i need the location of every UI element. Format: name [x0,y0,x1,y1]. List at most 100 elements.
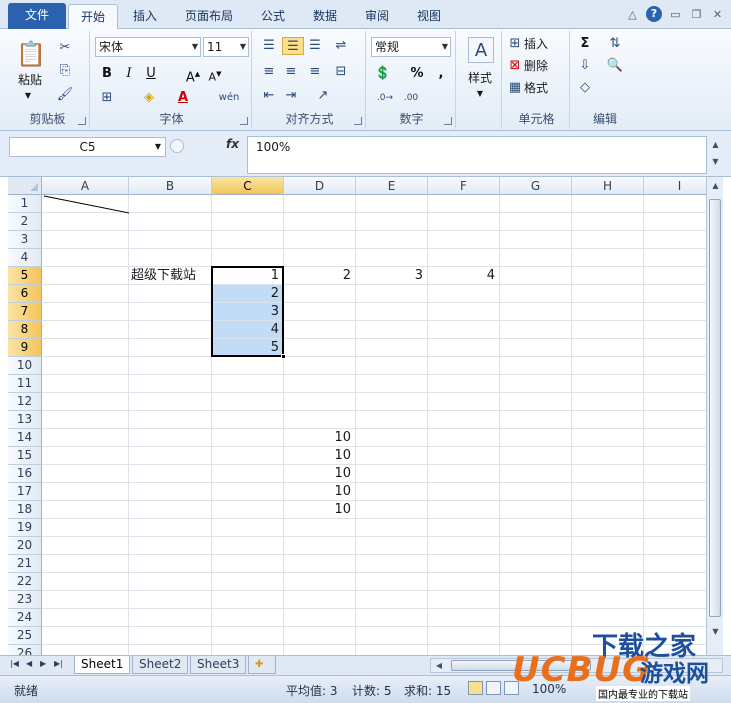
column-header[interactable]: E [356,177,428,195]
row-header[interactable]: 15 [8,447,42,465]
ribbon-tab[interactable]: 审阅 [354,4,400,29]
row-header[interactable]: 13 [8,411,42,429]
copy-icon[interactable]: ⎘ [56,62,74,80]
vertical-scroll-thumb[interactable] [709,199,721,617]
column-header[interactable]: D [284,177,356,195]
decrease-indent-icon[interactable]: ⇤ [260,87,278,105]
paste-icon[interactable]: 📋 [16,37,46,71]
orientation-icon[interactable]: ↗ [314,87,332,105]
row-header[interactable]: 4 [8,249,42,267]
paste-dropdown-icon[interactable]: ▼ [22,87,34,105]
insert-cells-icon[interactable]: ⊞ [506,35,524,53]
currency-icon[interactable]: 💲 [374,65,392,83]
row-header[interactable]: 18 [8,501,42,519]
ribbon-tab[interactable]: 文件 [8,3,66,29]
cell-e5[interactable]: 3 [358,267,426,285]
row-header[interactable]: 12 [8,393,42,411]
delete-cells-icon[interactable]: ⊠ [506,57,524,75]
vertical-scrollbar[interactable]: ▲ ▼ [706,177,723,655]
column-header[interactable]: C [212,177,284,195]
name-box[interactable]: C5 ▼ [9,137,166,157]
row-header[interactable]: 24 [8,609,42,627]
cell-b5[interactable]: 超级下载站 [131,267,210,285]
row-header[interactable]: 9 [8,339,42,357]
align-left-icon[interactable]: ≡ [260,63,278,81]
format-cells-icon[interactable]: ▦ [506,79,524,97]
column-header[interactable]: G [500,177,572,195]
percent-icon[interactable]: % [408,65,426,83]
column-header[interactable]: B [129,177,212,195]
close-icon[interactable]: ✕ [710,7,725,22]
scroll-down-icon[interactable]: ▼ [707,623,724,640]
comma-icon[interactable]: , [432,65,450,83]
font-color-icon[interactable]: A [174,89,192,107]
formula-scroll-down-icon[interactable]: ▼ [707,153,724,170]
clipboard-launcher-icon[interactable] [78,117,86,125]
fill-icon[interactable]: ⇩ [576,57,594,75]
insert-sheet-icon[interactable]: ✚ [248,656,276,674]
row-header[interactable]: 6 [8,285,42,303]
number-launcher-icon[interactable] [444,117,452,125]
increase-decimal-icon[interactable]: .0→ [374,89,396,107]
row-header[interactable]: 10 [8,357,42,375]
formula-bar-expand-icon[interactable] [170,139,184,153]
fill-handle[interactable] [281,354,286,359]
sort-filter-icon[interactable]: ⇅ [606,35,624,53]
row-header[interactable]: 16 [8,465,42,483]
fill-color-icon[interactable]: ◈ [140,89,158,107]
align-middle-icon[interactable]: ☰ [282,37,304,55]
page-layout-view-icon[interactable] [486,681,501,695]
alignment-launcher-icon[interactable] [354,117,362,125]
first-sheet-icon[interactable]: |◀ [10,659,19,668]
row-header[interactable]: 8 [8,321,42,339]
cut-icon[interactable]: ✂ [56,39,74,57]
column-header[interactable]: F [428,177,500,195]
formula-scroll-up-icon[interactable]: ▲ [707,136,724,153]
font-name-combo[interactable]: 宋体 ▼ [95,37,201,57]
ribbon-tab[interactable]: 开始 [68,4,118,30]
column-header[interactable]: H [572,177,644,195]
horizontal-scroll-thumb[interactable] [451,660,591,671]
column-header[interactable]: A [42,177,129,195]
ribbon-tab[interactable]: 数据 [302,4,348,29]
row-header[interactable]: 22 [8,573,42,591]
grow-font-icon[interactable]: A▲ [184,65,202,85]
decrease-decimal-icon[interactable]: .00 [400,89,422,107]
number-format-combo[interactable]: 常规 ▼ [371,37,451,57]
last-sheet-icon[interactable]: ▶| [54,659,63,668]
page-break-view-icon[interactable] [504,681,519,695]
help-icon[interactable]: ? [646,6,662,22]
scroll-up-icon[interactable]: ▲ [707,177,724,194]
next-sheet-icon[interactable]: ▶ [40,659,46,668]
row-header[interactable]: 26 [8,645,42,655]
align-center-icon[interactable]: ≡ [282,63,300,81]
cell-d14[interactable]: 10 [286,429,354,447]
column-header[interactable]: I [644,177,706,195]
format-painter-icon[interactable]: 🖌 [56,86,74,104]
row-header[interactable]: 19 [8,519,42,537]
align-top-icon[interactable]: ☰ [260,37,278,55]
row-header[interactable]: 17 [8,483,42,501]
sheet-tab[interactable]: Sheet1 [74,656,131,674]
merge-center-icon[interactable]: ⊟ [332,63,350,81]
font-size-combo[interactable]: 11 ▼ [203,37,249,57]
sheet-tab[interactable]: Sheet2 [132,656,189,674]
ribbon-tab[interactable]: 页面布局 [175,4,243,29]
row-header[interactable]: 25 [8,627,42,645]
cell-f5[interactable]: 4 [430,267,498,285]
shrink-font-icon[interactable]: A▼ [206,65,224,84]
select-all-corner[interactable] [8,177,42,195]
formula-input[interactable]: 100% [247,136,707,174]
row-header[interactable]: 11 [8,375,42,393]
row-header[interactable]: 21 [8,555,42,573]
styles-icon[interactable]: A [468,37,494,63]
cell-d16[interactable]: 10 [286,465,354,483]
increase-indent-icon[interactable]: ⇥ [282,87,300,105]
row-header[interactable]: 20 [8,537,42,555]
restore-icon[interactable]: ❐ [689,7,704,22]
cell-d15[interactable]: 10 [286,447,354,465]
worksheet-grid[interactable]: A B C D E F G H I 1 2 3 4 5 6 7 8 9 10 11 12 13 14 15 16 17 18 19 20… [8,177,706,655]
row-header[interactable]: 14 [8,429,42,447]
phonetic-icon[interactable]: wén [216,89,242,107]
border-icon[interactable]: ⊞ [98,89,116,107]
